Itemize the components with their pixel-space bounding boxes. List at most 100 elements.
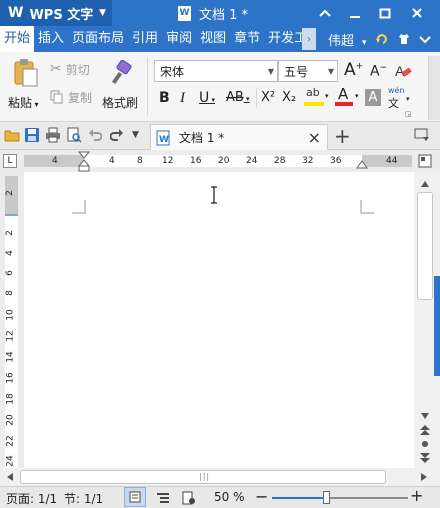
chevron-down-icon: ▼ [267, 66, 274, 76]
italic-button[interactable]: I [180, 90, 185, 107]
menu-insert[interactable]: 插入 [34, 26, 68, 52]
close-window-button[interactable] [402, 0, 432, 26]
dropdown-arrow-icon: ▼ [99, 8, 106, 18]
collapse-ribbon-button[interactable] [310, 0, 340, 26]
font-size-value: 五号 [284, 64, 309, 79]
menu-references[interactable]: 引用 [128, 26, 162, 52]
document-page[interactable] [24, 176, 414, 468]
grow-font-button[interactable]: A+ [344, 60, 363, 80]
char-shading-button[interactable]: A [365, 89, 381, 106]
minimize-button[interactable] [340, 0, 370, 26]
skin-icon[interactable] [397, 32, 411, 46]
format-painter-icon [111, 60, 132, 85]
tab-list-icon[interactable] [414, 128, 430, 142]
strikethrough-button[interactable]: AB ▾ [226, 90, 250, 105]
page-indicator[interactable]: 页面: 1/1 [6, 490, 57, 507]
ruler-tick: 4 [52, 156, 58, 166]
tab-stop-selector[interactable]: L [3, 154, 17, 168]
vertical-ruler-tick: 20 [5, 414, 16, 426]
zoom-out-button[interactable]: − [255, 487, 268, 506]
highlight-button[interactable]: ab ▾ [304, 86, 332, 110]
open-folder-icon[interactable] [4, 127, 20, 143]
subscript-button[interactable]: X₂ [282, 90, 296, 105]
browse-object-icon[interactable] [419, 438, 431, 450]
page-view-button[interactable] [124, 487, 146, 507]
chevron-down-icon: ▾ [325, 92, 329, 100]
print-icon[interactable] [45, 127, 61, 143]
next-page-icon[interactable] [419, 452, 431, 464]
zoom-slider-track[interactable] [272, 497, 408, 499]
font-color-bar [335, 102, 353, 106]
zoom-level[interactable]: 50 % [214, 490, 245, 504]
customize-toolbar-arrow-icon[interactable]: ▼ [132, 130, 139, 140]
copy-button[interactable]: 复制 [50, 88, 92, 106]
chevron-down-icon: ▾ [355, 92, 359, 100]
right-indent-marker-icon[interactable] [356, 160, 368, 170]
scroll-left-icon[interactable] [6, 472, 14, 482]
vertical-ruler-tick: 8 [4, 290, 15, 296]
svg-text:A: A [395, 63, 405, 79]
cut-button[interactable]: ✂ 剪切 [50, 60, 90, 78]
ruler-tick: 44 [386, 156, 398, 166]
menu-page-layout[interactable]: 页面布局 [68, 26, 128, 52]
font-size-select[interactable]: 五号 ▼ [278, 60, 338, 82]
undo-icon[interactable] [88, 128, 102, 142]
shrink-font-button[interactable]: A− [370, 63, 387, 80]
font-name-select[interactable]: 宋体 ▼ [154, 60, 278, 82]
scroll-right-icon[interactable] [420, 472, 428, 482]
menu-home[interactable]: 开始 [0, 26, 35, 52]
paste-button[interactable]: 粘贴 ▾ [6, 56, 46, 112]
ribbon-scroll-strip[interactable] [428, 56, 440, 120]
clear-format-icon[interactable]: A [394, 62, 412, 80]
sync-icon[interactable] [375, 32, 389, 46]
outline-view-icon[interactable] [156, 491, 170, 505]
ruler-tick: 28 [274, 156, 286, 166]
vertical-ruler-tick: 14 [5, 351, 16, 363]
horizontal-scroll-thumb[interactable]: ||| [20, 470, 386, 484]
menu-view[interactable]: 视图 [196, 26, 230, 52]
menu-review[interactable]: 审阅 [162, 26, 196, 52]
underline-button[interactable]: U ▾ [199, 90, 215, 106]
ruler-tick: 36 [330, 156, 342, 166]
window-title: W 文档 1 * [178, 0, 248, 26]
format-painter-button[interactable]: 格式刷 [100, 56, 142, 112]
zoom-in-button[interactable]: + [410, 486, 423, 505]
vertical-ruler-tick: 2 [4, 230, 15, 236]
close-tab-icon[interactable]: × [308, 128, 321, 147]
svg-text:W: W [159, 135, 169, 145]
app-menu-button[interactable]: W WPS 文字 ▼ [0, 0, 112, 26]
indent-marker-icon[interactable] [78, 151, 90, 173]
font-color-icon: A [338, 85, 349, 103]
user-menu[interactable]: 伟超 ▾ [328, 30, 367, 49]
grow-font-icon: A [344, 60, 356, 80]
redo-icon[interactable] [110, 128, 124, 142]
bold-button[interactable]: B [159, 90, 170, 106]
font-dialog-launcher-icon[interactable]: ◲ [405, 110, 412, 118]
side-panel-tab[interactable] [434, 276, 440, 376]
print-preview-icon[interactable] [66, 127, 82, 143]
ribbon-divider [256, 88, 257, 108]
zoom-slider-thumb[interactable] [323, 491, 331, 504]
ruler-tick: 4 [109, 156, 115, 166]
scroll-down-icon[interactable] [420, 412, 430, 420]
scroll-up-icon[interactable] [420, 180, 430, 188]
previous-page-icon[interactable] [419, 424, 431, 436]
menu-scroll-right-button[interactable]: › [302, 28, 316, 50]
web-view-icon[interactable] [182, 491, 196, 505]
vertical-ruler-tick: 16 [5, 372, 16, 384]
menu-chapter[interactable]: 章节 [230, 26, 264, 52]
maximize-button[interactable] [370, 0, 400, 26]
font-color-button[interactable]: A ▾ [335, 85, 361, 110]
vertical-scroll-thumb[interactable] [417, 192, 433, 300]
pinyin-guide-button[interactable]: wén 文 ▾ [386, 86, 414, 110]
help-icon[interactable] [418, 33, 431, 45]
section-indicator[interactable]: 节: 1/1 [64, 490, 103, 507]
save-icon[interactable] [24, 127, 40, 143]
ruler-toggle-icon[interactable] [418, 154, 432, 168]
superscript-button[interactable]: X² [261, 90, 275, 105]
chevron-down-icon: ▾ [406, 95, 410, 103]
document-tab[interactable]: W 文档 1 * × [150, 124, 328, 150]
new-tab-button[interactable]: + [334, 124, 351, 148]
zoom-slider-fill [272, 497, 327, 499]
wps-logo-icon: W [8, 5, 24, 21]
